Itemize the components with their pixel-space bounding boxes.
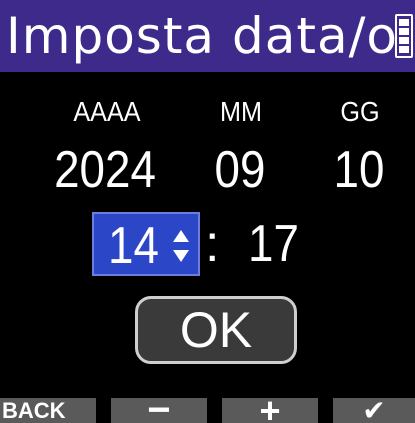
enter-button[interactable]: ✔ [333, 398, 415, 423]
plus-button[interactable]: + [222, 398, 318, 423]
day-value[interactable]: 10 [302, 140, 415, 200]
ok-button[interactable]: OK [135, 296, 297, 364]
hour-field[interactable]: 14 [92, 212, 200, 276]
time-separator: : [205, 215, 220, 273]
back-button[interactable]: BACK [0, 398, 96, 423]
month-label: MM [220, 96, 262, 127]
battery-icon [395, 14, 413, 58]
title-bar: Imposta data/o [0, 0, 415, 72]
up-down-arrows-icon [173, 230, 189, 262]
minus-button[interactable]: − [111, 398, 207, 423]
day-label: GG [340, 96, 380, 127]
year-value[interactable]: 2024 [48, 140, 162, 200]
screen-title: Imposta data/o [6, 7, 399, 65]
month-value[interactable]: 09 [183, 140, 297, 200]
minute-value[interactable]: 17 [248, 214, 299, 274]
hour-value: 14 [108, 217, 159, 275]
function-key-bar: BACK − + ✔ [0, 398, 415, 423]
year-label: AAAA [73, 96, 141, 127]
